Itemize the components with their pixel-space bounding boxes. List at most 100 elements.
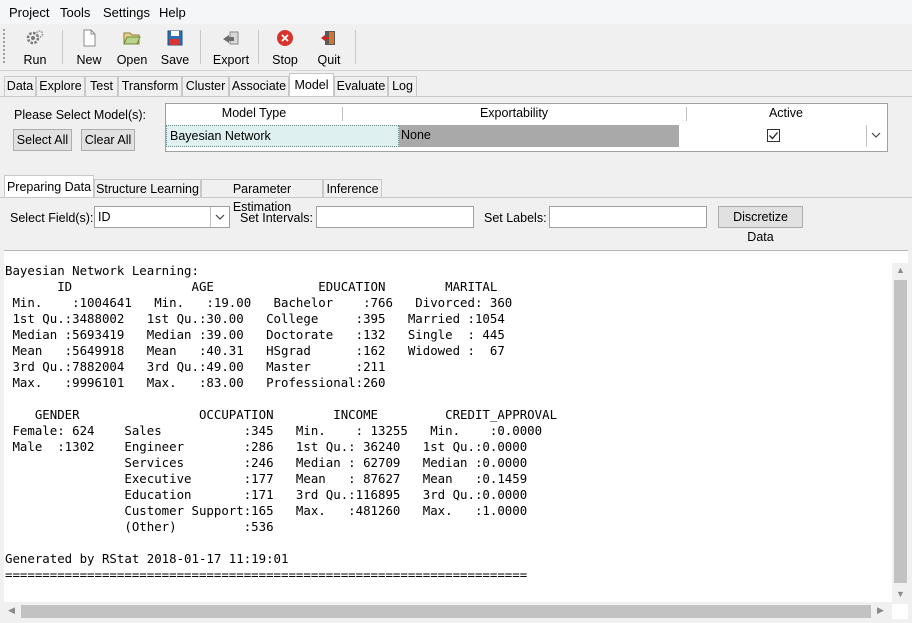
output-line: GENDER OCCUPATION INCOME CREDIT_APPROVAL	[5, 407, 558, 422]
output-line: Customer Support:165 Max. :481260 Max. :…	[5, 503, 528, 518]
export-label: Export	[212, 53, 250, 67]
output-panel: Bayesian Network Learning: ID AGE EDUCAT…	[4, 250, 908, 619]
save-icon	[167, 30, 183, 46]
select-fields-dropdown[interactable]: ID	[94, 206, 230, 228]
chevron-down-icon	[215, 214, 225, 220]
tab-explore[interactable]: Explore	[36, 76, 85, 96]
toolbar-separator	[258, 30, 259, 64]
scroll-down-icon[interactable]: ▼	[896, 589, 905, 599]
tab-model[interactable]: Model	[289, 73, 334, 97]
quit-label: Quit	[317, 53, 341, 67]
save-label: Save	[160, 53, 190, 67]
menu-help[interactable]: Help	[159, 5, 186, 20]
tab-preparing-data[interactable]: Preparing Data	[4, 175, 94, 198]
chevron-down-icon	[871, 132, 881, 138]
toolbar-grip[interactable]	[2, 28, 6, 64]
export-icon	[223, 31, 239, 45]
menu-project[interactable]: Project	[9, 5, 49, 20]
active-dropdown-button[interactable]	[866, 125, 885, 147]
tab-parameter-estimation[interactable]: Parameter Estimation	[201, 179, 323, 214]
open-button[interactable]: Open	[115, 27, 149, 67]
new-button[interactable]: New	[72, 27, 106, 67]
vertical-scrollbar[interactable]: ▲ ▼	[892, 263, 908, 604]
quit-icon	[321, 31, 335, 45]
output-line: ========================================…	[5, 567, 528, 582]
gear-icon	[26, 30, 44, 45]
set-labels-label: Set Labels:	[484, 211, 547, 225]
output-line: Female: 624 Sales :345 Min. : 13255 Min.…	[5, 423, 543, 438]
toolbar: Run New Open Save Export Stop Quit	[0, 24, 912, 71]
open-label: Open	[116, 53, 148, 67]
tab-associate[interactable]: Associate	[229, 76, 289, 96]
horizontal-scroll-thumb[interactable]	[21, 605, 871, 618]
stop-label: Stop	[272, 53, 298, 67]
new-file-icon	[83, 29, 96, 47]
tab-evaluate[interactable]: Evaluate	[334, 76, 388, 96]
checkbox-checked-icon[interactable]	[767, 129, 780, 142]
cell-active[interactable]	[679, 125, 866, 147]
stop-icon	[277, 30, 293, 46]
output-line: Services :246 Median : 62709 Median :0.0…	[5, 455, 528, 470]
new-label: New	[76, 53, 102, 67]
toolbar-separator	[355, 30, 356, 64]
tab-transform[interactable]: Transform	[118, 76, 182, 96]
select-all-button[interactable]: Select All	[13, 129, 72, 151]
output-line: Executive :177 Mean : 87627 Mean :0.1459	[5, 471, 528, 486]
scroll-up-icon[interactable]: ▲	[896, 265, 905, 275]
output-line: 1st Qu.:3488002 1st Qu.:30.00 College :3…	[5, 311, 505, 326]
output-line: Median :5693419 Median :39.00 Doctorate …	[5, 327, 505, 342]
horizontal-scrollbar[interactable]: ◀ ▶	[4, 602, 892, 619]
run-label: Run	[23, 53, 47, 67]
tab-divider	[0, 96, 912, 97]
output-line: Bayesian Network Learning:	[5, 263, 199, 278]
column-exportability[interactable]: Exportability	[342, 104, 686, 124]
select-models-label: Please Select Model(s):	[14, 108, 147, 122]
save-button[interactable]: Save	[158, 27, 192, 67]
output-line: ID AGE EDUCATION MARITAL	[5, 279, 498, 294]
clear-all-button[interactable]: Clear All	[81, 129, 135, 151]
cell-model-type[interactable]: Bayesian Network	[166, 125, 399, 147]
set-labels-input[interactable]	[549, 206, 707, 228]
tab-data[interactable]: Data	[4, 76, 36, 96]
menu-tools[interactable]: Tools	[60, 5, 90, 20]
output-line: 3rd Qu.:7882004 3rd Qu.:49.00 Master :21…	[5, 359, 386, 374]
output-text[interactable]: Bayesian Network Learning: ID AGE EDUCAT…	[5, 263, 557, 583]
tab-structure-learning[interactable]: Structure Learning	[94, 179, 201, 198]
column-active[interactable]: Active	[686, 104, 886, 124]
toolbar-separator	[62, 30, 63, 64]
discretize-data-button[interactable]: Discretize Data	[718, 206, 803, 244]
output-line: Male :1302 Engineer :286 1st Qu.: 36240 …	[5, 439, 528, 454]
export-button[interactable]: Export	[211, 27, 251, 67]
vertical-scroll-thumb[interactable]	[894, 280, 907, 583]
table-row[interactable]: Bayesian Network None	[166, 125, 887, 147]
set-intervals-input[interactable]	[316, 206, 474, 228]
select-fields-dropdown-button[interactable]	[210, 207, 230, 227]
folder-open-icon	[123, 32, 141, 45]
model-table: Model Type Exportability Active Bayesian…	[165, 103, 888, 152]
tab-inference[interactable]: Inference	[323, 179, 382, 198]
menu-bar: Project Tools Settings Help	[0, 0, 912, 24]
subtab-divider	[0, 197, 912, 198]
toolbar-separator	[200, 30, 201, 64]
stop-button[interactable]: Stop	[268, 27, 302, 67]
tab-cluster[interactable]: Cluster	[182, 76, 229, 96]
column-model-type[interactable]: Model Type	[166, 104, 342, 124]
select-fields-label: Select Field(s):	[10, 211, 94, 225]
cell-exportability[interactable]: None	[399, 125, 681, 147]
output-line: Max. :9996101 Max. :83.00 Professional:2…	[5, 375, 386, 390]
output-line: Education :171 3rd Qu.:116895 3rd Qu.:0.…	[5, 487, 528, 502]
output-line: (Other) :536	[5, 519, 274, 534]
output-line: Mean :5649918 Mean :40.31 HSgrad :162 Wi…	[5, 343, 505, 358]
set-intervals-label: Set Intervals:	[240, 211, 313, 225]
scroll-right-icon[interactable]: ▶	[877, 605, 884, 616]
menu-settings[interactable]: Settings	[103, 5, 150, 20]
output-line: Min. :1004641 Min. :19.00 Bachelor :766 …	[5, 295, 513, 310]
scroll-left-icon[interactable]: ◀	[8, 605, 15, 616]
run-button[interactable]: Run	[17, 27, 53, 67]
tab-log[interactable]: Log	[388, 76, 417, 96]
tab-test[interactable]: Test	[85, 76, 118, 96]
select-fields-value: ID	[98, 210, 111, 224]
quit-button[interactable]: Quit	[311, 27, 347, 67]
